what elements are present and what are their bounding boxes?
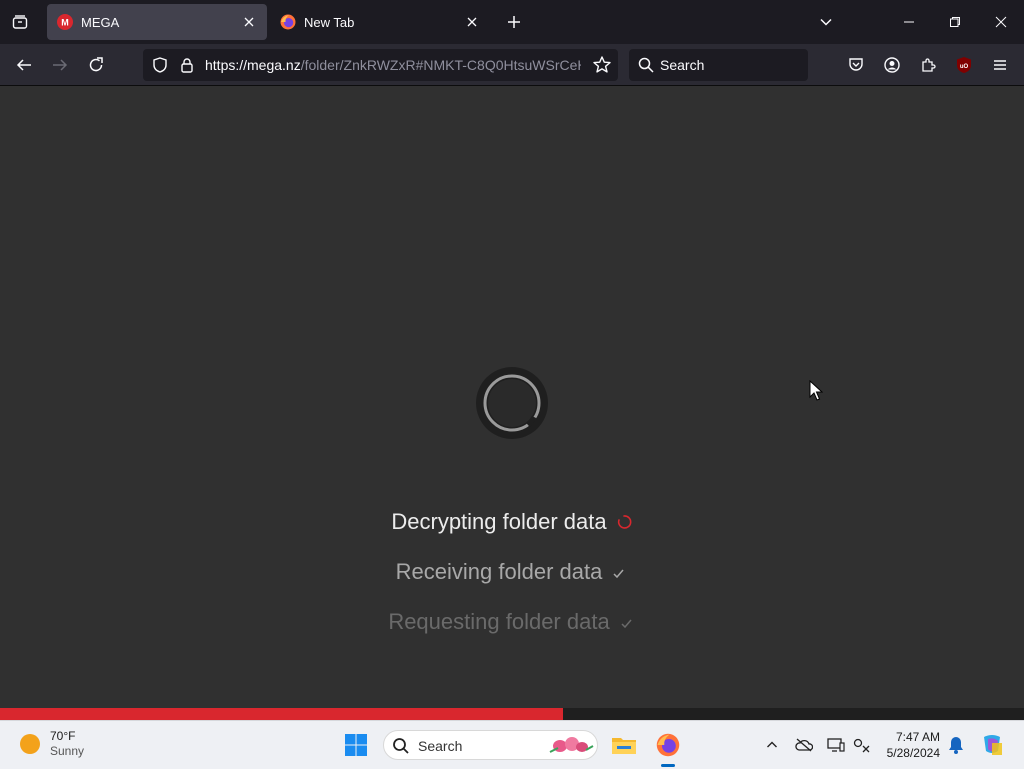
tab-strip: M MEGA New Tab <box>0 0 1024 44</box>
url-bar[interactable]: https://mega.nz/folder/ZnkRWZxR#NMKT-C8Q… <box>143 49 618 81</box>
url-text: https://mega.nz/folder/ZnkRWZxR#NMKT-C8Q… <box>205 57 581 75</box>
loading-spinner-icon <box>615 511 633 529</box>
progress-bar <box>0 708 1024 720</box>
file-explorer-icon[interactable] <box>608 729 640 761</box>
progress-bar-fill <box>0 708 564 720</box>
firefox-icon[interactable] <box>652 729 684 767</box>
display-icon[interactable] <box>826 735 846 755</box>
restore-icon[interactable] <box>932 0 978 44</box>
chevron-up-icon[interactable] <box>762 735 782 755</box>
close-window-icon[interactable] <box>978 0 1024 44</box>
step-receiving: Receiving folder data <box>0 559 1024 585</box>
clock-time: 7:47 AM <box>895 730 940 744</box>
shield-icon[interactable] <box>152 57 168 73</box>
loading-spinner <box>476 367 548 439</box>
lock-icon[interactable] <box>179 57 195 73</box>
svg-text:uO: uO <box>960 64 969 70</box>
mouse-cursor-icon <box>809 379 824 402</box>
close-tab-icon[interactable] <box>241 14 257 30</box>
puzzle-icon[interactable] <box>916 53 940 77</box>
system-clock[interactable]: 7:47 AM 5/28/2024 <box>880 729 940 761</box>
hamburger-menu-icon[interactable] <box>988 53 1012 77</box>
taskbar-search[interactable]: Search <box>383 730 598 760</box>
copilot-icon[interactable] <box>980 733 1004 757</box>
account-icon[interactable] <box>880 53 904 77</box>
firefox-logo-icon <box>280 14 296 30</box>
step-label: Decrypting folder data <box>391 509 607 534</box>
step-decrypting: Decrypting folder data <box>0 509 1024 535</box>
close-tab-icon[interactable] <box>464 14 480 30</box>
step-requesting: Requesting folder data <box>0 609 1024 635</box>
tab-title: MEGA <box>81 14 120 30</box>
page-content: Decrypting folder data Receiving folder … <box>0 86 1024 720</box>
tab-title: New Tab <box>304 14 355 30</box>
navigation-toolbar: https://mega.nz/folder/ZnkRWZxR#NMKT-C8Q… <box>0 44 1024 86</box>
chevron-down-icon[interactable] <box>816 12 836 32</box>
url-path: /folder/ZnkRWZxR#NMKT-C8Q0HtsuWSrCeH <box>300 57 581 73</box>
sun-icon <box>20 734 40 754</box>
bell-icon[interactable] <box>946 735 966 755</box>
search-icon <box>638 57 654 73</box>
pocket-icon[interactable] <box>844 53 868 77</box>
search-bar[interactable]: Search <box>629 49 808 81</box>
star-icon[interactable] <box>592 55 612 75</box>
weather-condition: Sunny <box>50 744 85 758</box>
tab-mega[interactable]: M MEGA <box>47 4 267 40</box>
ublock-icon[interactable]: uO <box>952 53 976 77</box>
plus-icon[interactable] <box>504 12 524 32</box>
step-label: Requesting folder data <box>388 609 610 634</box>
tab-list-icon[interactable] <box>0 0 40 44</box>
forward-arrow-icon[interactable] <box>47 52 73 78</box>
reload-icon[interactable] <box>83 52 109 78</box>
search-highlight-icon <box>548 734 594 758</box>
checkmark-icon <box>618 611 636 629</box>
taskbar: 70°F Sunny Search 7:47 AM 5/28/2024 <box>0 720 1024 769</box>
tab-new-tab[interactable]: New Tab <box>270 4 490 40</box>
search-icon <box>392 737 410 755</box>
mega-logo-icon: M <box>57 14 73 30</box>
weather-widget[interactable]: 70°F Sunny <box>20 729 84 759</box>
svg-text:M: M <box>61 18 69 28</box>
weather-temperature: 70°F <box>50 729 76 743</box>
minimize-icon[interactable] <box>886 0 932 44</box>
network-icon[interactable] <box>852 735 872 755</box>
taskbar-search-placeholder: Search <box>418 738 463 754</box>
clock-date: 5/28/2024 <box>886 746 940 760</box>
step-label: Receiving folder data <box>395 559 603 584</box>
onedrive-icon[interactable] <box>794 735 814 755</box>
windows-start-icon[interactable] <box>344 733 368 757</box>
checkmark-icon <box>610 561 628 579</box>
url-host: https://mega.nz <box>205 57 301 73</box>
search-placeholder: Search <box>660 57 705 73</box>
back-arrow-icon[interactable] <box>11 52 37 78</box>
